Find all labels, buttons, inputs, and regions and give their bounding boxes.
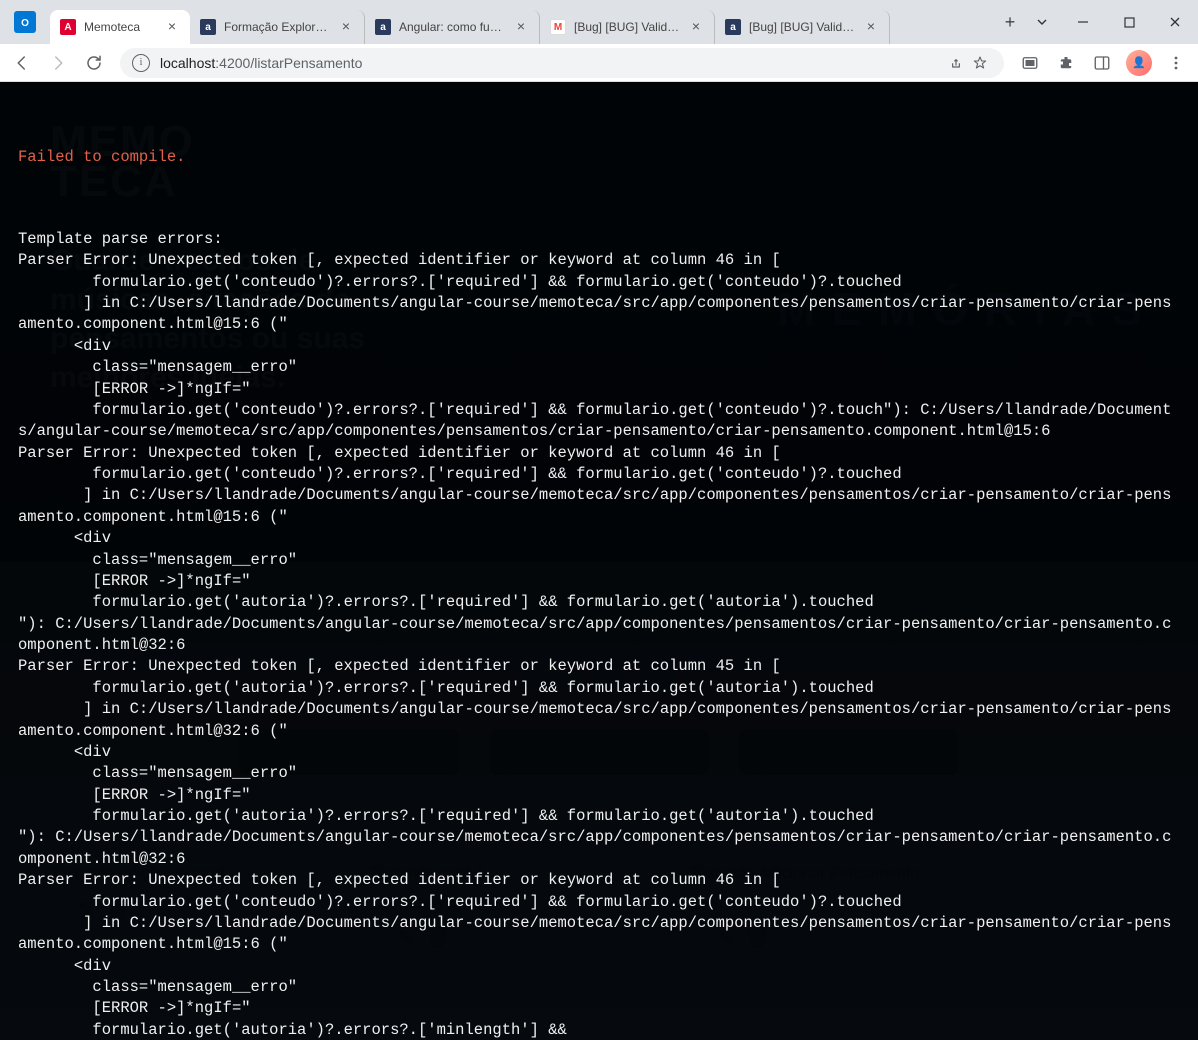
tab-title: Formação Explore o: [224, 20, 332, 34]
url-port: :4200: [215, 55, 250, 71]
side-panel-icon[interactable]: [1086, 47, 1118, 79]
install-pwa-icon[interactable]: [1014, 47, 1046, 79]
bookmark-star-icon[interactable]: [968, 51, 992, 75]
minimize-button[interactable]: [1060, 6, 1106, 38]
browser-tab[interactable]: a[Bug] [BUG] Validaçã×: [715, 10, 890, 44]
address-bar[interactable]: i localhost:4200/listarPensamento: [120, 48, 1004, 78]
svg-text:O: O: [21, 18, 29, 29]
compile-error-overlay[interactable]: Failed to compile. Template parse errors…: [0, 82, 1198, 1040]
chrome-menu-button[interactable]: [1160, 47, 1192, 79]
browser-titlebar: O AMemoteca×aFormação Explore o×aAngular…: [0, 0, 1198, 44]
close-tab-icon[interactable]: ×: [688, 19, 704, 35]
maximize-button[interactable]: [1106, 6, 1152, 38]
close-tab-icon[interactable]: ×: [513, 19, 529, 35]
error-body: Template parse errors: Parser Error: Une…: [18, 229, 1180, 1040]
close-tab-icon[interactable]: ×: [164, 19, 180, 35]
tab-title: [Bug] [BUG] Validaçã: [749, 20, 857, 34]
extensions-icon[interactable]: [1050, 47, 1082, 79]
forward-button[interactable]: [42, 47, 74, 79]
outlook-icon: O: [14, 11, 36, 33]
window-controls: [1024, 0, 1198, 44]
new-tab-button[interactable]: +: [996, 8, 1024, 36]
tab-title: Angular: como funcio: [399, 20, 507, 34]
site-info-icon[interactable]: i: [132, 54, 150, 72]
close-window-button[interactable]: [1152, 6, 1198, 38]
taskbar-app-icon: O: [0, 0, 50, 44]
page-viewport: MEMO TECA Guarde trechos de músicas, cit…: [0, 82, 1198, 1040]
browser-tab[interactable]: aAngular: como funcio×: [365, 10, 540, 44]
browser-tabs: AMemoteca×aFormação Explore o×aAngular: …: [50, 0, 988, 44]
profile-avatar[interactable]: 👤: [1126, 50, 1152, 76]
back-button[interactable]: [6, 47, 38, 79]
url-path: /listarPensamento: [250, 55, 362, 71]
tab-title: Memoteca: [84, 20, 158, 34]
tab-title: [Bug] [BUG] Validaçã: [574, 20, 682, 34]
browser-tab[interactable]: AMemoteca×: [50, 10, 190, 44]
browser-tab[interactable]: aFormação Explore o×: [190, 10, 365, 44]
share-icon[interactable]: [944, 51, 968, 75]
browser-tab[interactable]: M[Bug] [BUG] Validaçã×: [540, 10, 715, 44]
tabs-dropdown-button[interactable]: [1024, 6, 1060, 38]
error-heading: Failed to compile.: [18, 147, 1180, 168]
close-tab-icon[interactable]: ×: [863, 19, 879, 35]
close-tab-icon[interactable]: ×: [338, 19, 354, 35]
reload-button[interactable]: [78, 47, 110, 79]
url-host: localhost: [160, 55, 215, 71]
browser-toolbar: i localhost:4200/listarPensamento 👤: [0, 44, 1198, 82]
